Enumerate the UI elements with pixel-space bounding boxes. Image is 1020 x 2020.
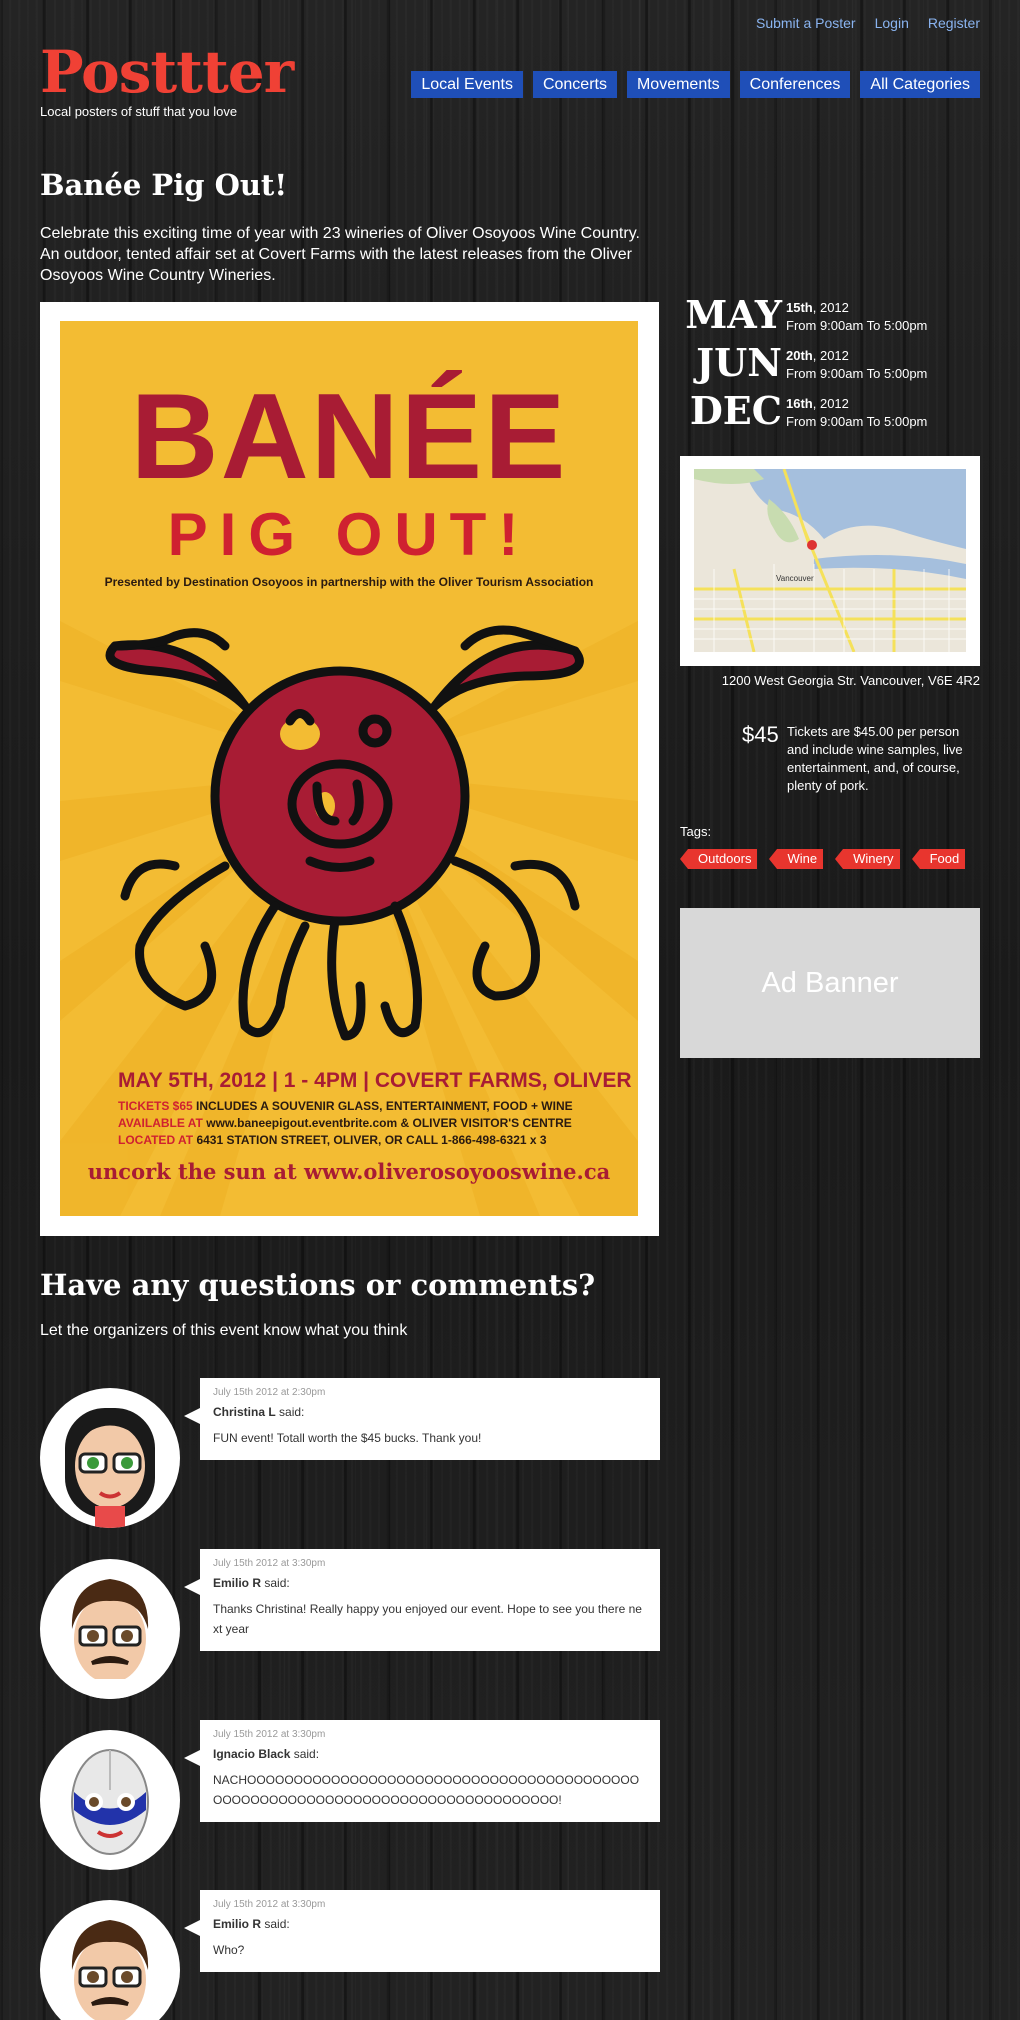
nav-movements[interactable]: Movements: [626, 71, 730, 98]
comment-author: Ignacio Black said:: [213, 1747, 320, 1761]
ticket-description: Tickets are $45.00 per person and includ…: [787, 724, 963, 793]
luchador-mask-avatar: [40, 1730, 180, 1870]
woman-with-glasses-avatar: [40, 1388, 180, 1528]
event-title: Banée Pig Out!: [40, 168, 288, 202]
map-frame: Vancouver: [680, 456, 980, 666]
event-description: Celebrate this exciting time of year wit…: [40, 225, 640, 284]
poster-tickets-line: TICKETS $65 INCLUDES A SOUVENIR GLASS, E…: [118, 1099, 573, 1113]
tag-wine[interactable]: Wine: [769, 849, 824, 869]
date-details: 20th, 2012 From 9:00am To 5:00pm: [786, 348, 928, 381]
man-with-mustache-avatar: [40, 1900, 180, 2020]
tag-outdoors[interactable]: Outdoors: [679, 849, 758, 869]
poster-frame: BANÉE PIG OUT! Presented by Destination …: [40, 302, 659, 1236]
main-nav: Local Events Concerts Movements Conferen…: [411, 71, 980, 98]
login-link[interactable]: Login: [875, 15, 909, 31]
comment-bubble: July 15th 2012 at 3:30pm Ignacio Black s…: [184, 1720, 660, 1822]
date-details: 15th, 2012 From 9:00am To 5:00pm: [786, 300, 928, 333]
comment-text: Who?: [213, 1943, 245, 1957]
date-entry: MAY 15th, 2012 From 9:00am To 5:00pm: [680, 294, 927, 342]
comment-text: NACHOOOOOOOOOOOOOOOOOOOOOOOOOOOOOOOOOOOO…: [213, 1773, 640, 1807]
comment-date: July 15th 2012 at 3:30pm: [213, 1899, 326, 1910]
comment-bubble: July 15th 2012 at 2:30pm Christina L sai…: [184, 1378, 660, 1460]
comments-subtitle: Let the organizers of this event know wh…: [40, 1322, 408, 1339]
date-month: JUN: [696, 340, 782, 385]
event-dates: MAY 15th, 2012 From 9:00am To 5:00pm JUN…: [680, 294, 927, 438]
comment-text: FUN event! Totall worth the $45 bucks. T…: [213, 1431, 482, 1445]
location-map[interactable]: Vancouver: [694, 469, 966, 652]
top-links: Submit a Poster Login Register: [756, 15, 980, 31]
tag-list: Outdoors Wine Winery Food: [679, 849, 966, 869]
event-poster[interactable]: BANÉE PIG OUT! Presented by Destination …: [60, 321, 638, 1216]
date-month: MAY: [685, 292, 782, 337]
map-city-label: Vancouver: [776, 574, 814, 583]
date-month: DEC: [689, 388, 782, 433]
poster-located-line: LOCATED AT 6431 STATION STREET, OLIVER, …: [118, 1133, 547, 1147]
tags-label: Tags:: [680, 824, 712, 839]
nav-local-events[interactable]: Local Events: [411, 71, 523, 98]
poster-date-line: MAY 5TH, 2012 | 1 - 4PM | COVERT FARMS, …: [118, 1069, 632, 1092]
tag-winery[interactable]: Winery: [835, 849, 900, 869]
nav-all-categories[interactable]: All Categories: [860, 71, 980, 98]
poster-available-line: AVAILABLE AT www.baneepigout.eventbrite.…: [118, 1116, 572, 1130]
nav-concerts[interactable]: Concerts: [532, 71, 617, 98]
comments-title: Have any questions or comments?: [40, 1268, 596, 1302]
date-details: 16th, 2012 From 9:00am To 5:00pm: [786, 396, 928, 429]
ticket-price: $45: [742, 722, 779, 747]
submit-poster-link[interactable]: Submit a Poster: [756, 15, 856, 31]
nav-conferences[interactable]: Conferences: [739, 71, 851, 98]
tag-food[interactable]: Food: [911, 849, 966, 869]
pig-illustration: [105, 625, 584, 1041]
poster-presented-by: Presented by Destination Osoyoos in part…: [104, 575, 594, 589]
register-link[interactable]: Register: [928, 15, 980, 31]
poster-subtitle: PIG OUT!: [167, 501, 531, 568]
comment-bubble: July 15th 2012 at 3:30pm Emilio R said: …: [184, 1549, 660, 1651]
date-entry: JUN 20th, 2012 From 9:00am To 5:00pm: [680, 342, 927, 390]
comment-date: July 15th 2012 at 2:30pm: [213, 1387, 326, 1398]
event-address: 1200 West Georgia Str. Vancouver, V6E 4R…: [721, 673, 980, 688]
ad-banner[interactable]: Ad Banner: [680, 908, 980, 1058]
poster-title: BANÉE: [130, 368, 568, 504]
comment-author: Emilio R said:: [213, 1576, 290, 1590]
comment-author: Emilio R said:: [213, 1917, 290, 1931]
date-entry: DEC 16th, 2012 From 9:00am To 5:00pm: [680, 388, 928, 438]
poster-tagline: uncork the sun at www.oliverosoyooswine.…: [87, 1159, 611, 1184]
comment-text: Thanks Christina! Really happy you enjoy…: [213, 1602, 642, 1636]
man-with-mustache-avatar: [40, 1559, 180, 1699]
comment-date: July 15th 2012 at 3:30pm: [213, 1729, 326, 1740]
site-logo[interactable]: Posttter: [40, 40, 294, 104]
comment-date: July 15th 2012 at 3:30pm: [213, 1558, 326, 1569]
comment-author: Christina L said:: [213, 1405, 305, 1419]
comment-bubble: July 15th 2012 at 3:30pm Emilio R said: …: [184, 1890, 660, 1972]
site-tagline: Local posters of stuff that you love: [40, 104, 238, 119]
